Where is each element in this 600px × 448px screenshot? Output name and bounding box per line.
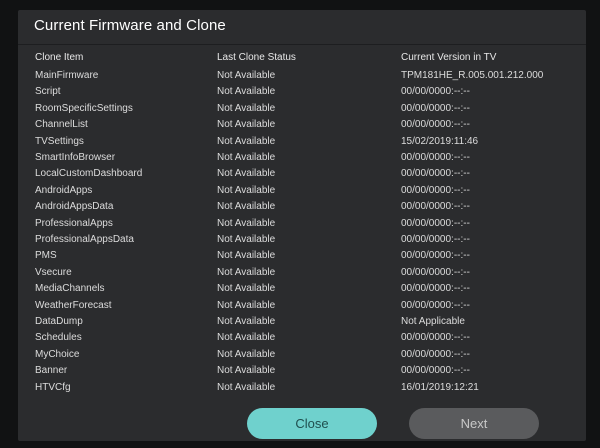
clone-status: Not Available: [217, 300, 276, 311]
current-version: 00/00/0000:--:--: [401, 283, 470, 294]
clone-item-name: SmartInfoBrowser: [35, 152, 116, 163]
firmware-clone-dialog: Current Firmware and Clone Clone Item La…: [18, 10, 586, 441]
clone-item-name: LocalCustomDashboard: [35, 168, 143, 179]
clone-status: Not Available: [217, 103, 276, 114]
clone-status: Not Available: [217, 382, 276, 393]
clone-status: Not Available: [217, 136, 276, 147]
clone-status: Not Available: [217, 267, 276, 278]
clone-item-name: ProfessionalApps: [35, 218, 113, 229]
clone-item-name: MyChoice: [35, 349, 80, 360]
clone-status: Not Available: [217, 185, 276, 196]
clone-items-table: MainFirmware Not Available TPM181HE_R.005.…: [18, 10, 586, 441]
current-version: 15/02/2019:11:46: [401, 136, 479, 147]
clone-status: Not Available: [217, 168, 276, 179]
clone-status: Not Available: [217, 201, 276, 212]
clone-status: Not Available: [217, 250, 276, 261]
current-version: TPM181HE_R.005.001.212.000: [401, 70, 544, 81]
close-button[interactable]: Close: [247, 408, 377, 439]
current-version: 00/00/0000:--:--: [401, 349, 470, 360]
clone-item-name: MediaChannels: [35, 283, 105, 294]
clone-item-name: DataDump: [35, 316, 83, 327]
clone-item-name: HTVCfg: [35, 382, 71, 393]
current-version: 00/00/0000:--:--: [401, 332, 470, 343]
current-version: 00/00/0000:--:--: [401, 168, 470, 179]
clone-item-name: Schedules: [35, 332, 82, 343]
current-version: 16/01/2019:12:21: [401, 382, 479, 393]
clone-status: Not Available: [217, 234, 276, 245]
clone-status: Not Available: [217, 86, 276, 97]
clone-status: Not Available: [217, 349, 276, 360]
current-version: 00/00/0000:--:--: [401, 365, 470, 376]
clone-status: Not Available: [217, 218, 276, 229]
clone-item-name: AndroidAppsData: [35, 201, 114, 212]
clone-item-name: ProfessionalAppsData: [35, 234, 134, 245]
current-version: 00/00/0000:--:--: [401, 218, 470, 229]
clone-status: Not Available: [217, 119, 276, 130]
clone-item-name: TVSettings: [35, 136, 84, 147]
next-button[interactable]: Next: [409, 408, 539, 439]
current-version: 00/00/0000:--:--: [401, 86, 470, 97]
current-version: 00/00/0000:--:--: [401, 103, 470, 114]
clone-item-name: Banner: [35, 365, 68, 376]
clone-item-name: MainFirmware: [35, 70, 99, 81]
clone-item-name: Script: [35, 86, 61, 97]
current-version: 00/00/0000:--:--: [401, 267, 470, 278]
current-version: 00/00/0000:--:--: [401, 152, 470, 163]
clone-status: Not Available: [217, 283, 276, 294]
current-version: 00/00/0000:--:--: [401, 185, 470, 196]
clone-status: Not Available: [217, 152, 276, 163]
clone-status: Not Available: [217, 365, 276, 376]
clone-status: Not Available: [217, 70, 276, 81]
clone-item-name: RoomSpecificSettings: [35, 103, 133, 114]
clone-status: Not Available: [217, 332, 276, 343]
current-version: 00/00/0000:--:--: [401, 300, 470, 311]
current-version: 00/00/0000:--:--: [401, 119, 470, 130]
clone-item-name: AndroidApps: [35, 185, 93, 196]
current-version: 00/00/0000:--:--: [401, 201, 470, 212]
current-version: 00/00/0000:--:--: [401, 250, 470, 261]
current-version: 00/00/0000:--:--: [401, 234, 470, 245]
clone-item-name: ChannelList: [35, 119, 88, 130]
clone-item-name: WeatherForecast: [35, 300, 112, 311]
current-version: Not Applicable: [401, 316, 465, 327]
clone-item-name: PMS: [35, 250, 57, 261]
clone-item-name: Vsecure: [35, 267, 72, 278]
clone-status: Not Available: [217, 316, 276, 327]
